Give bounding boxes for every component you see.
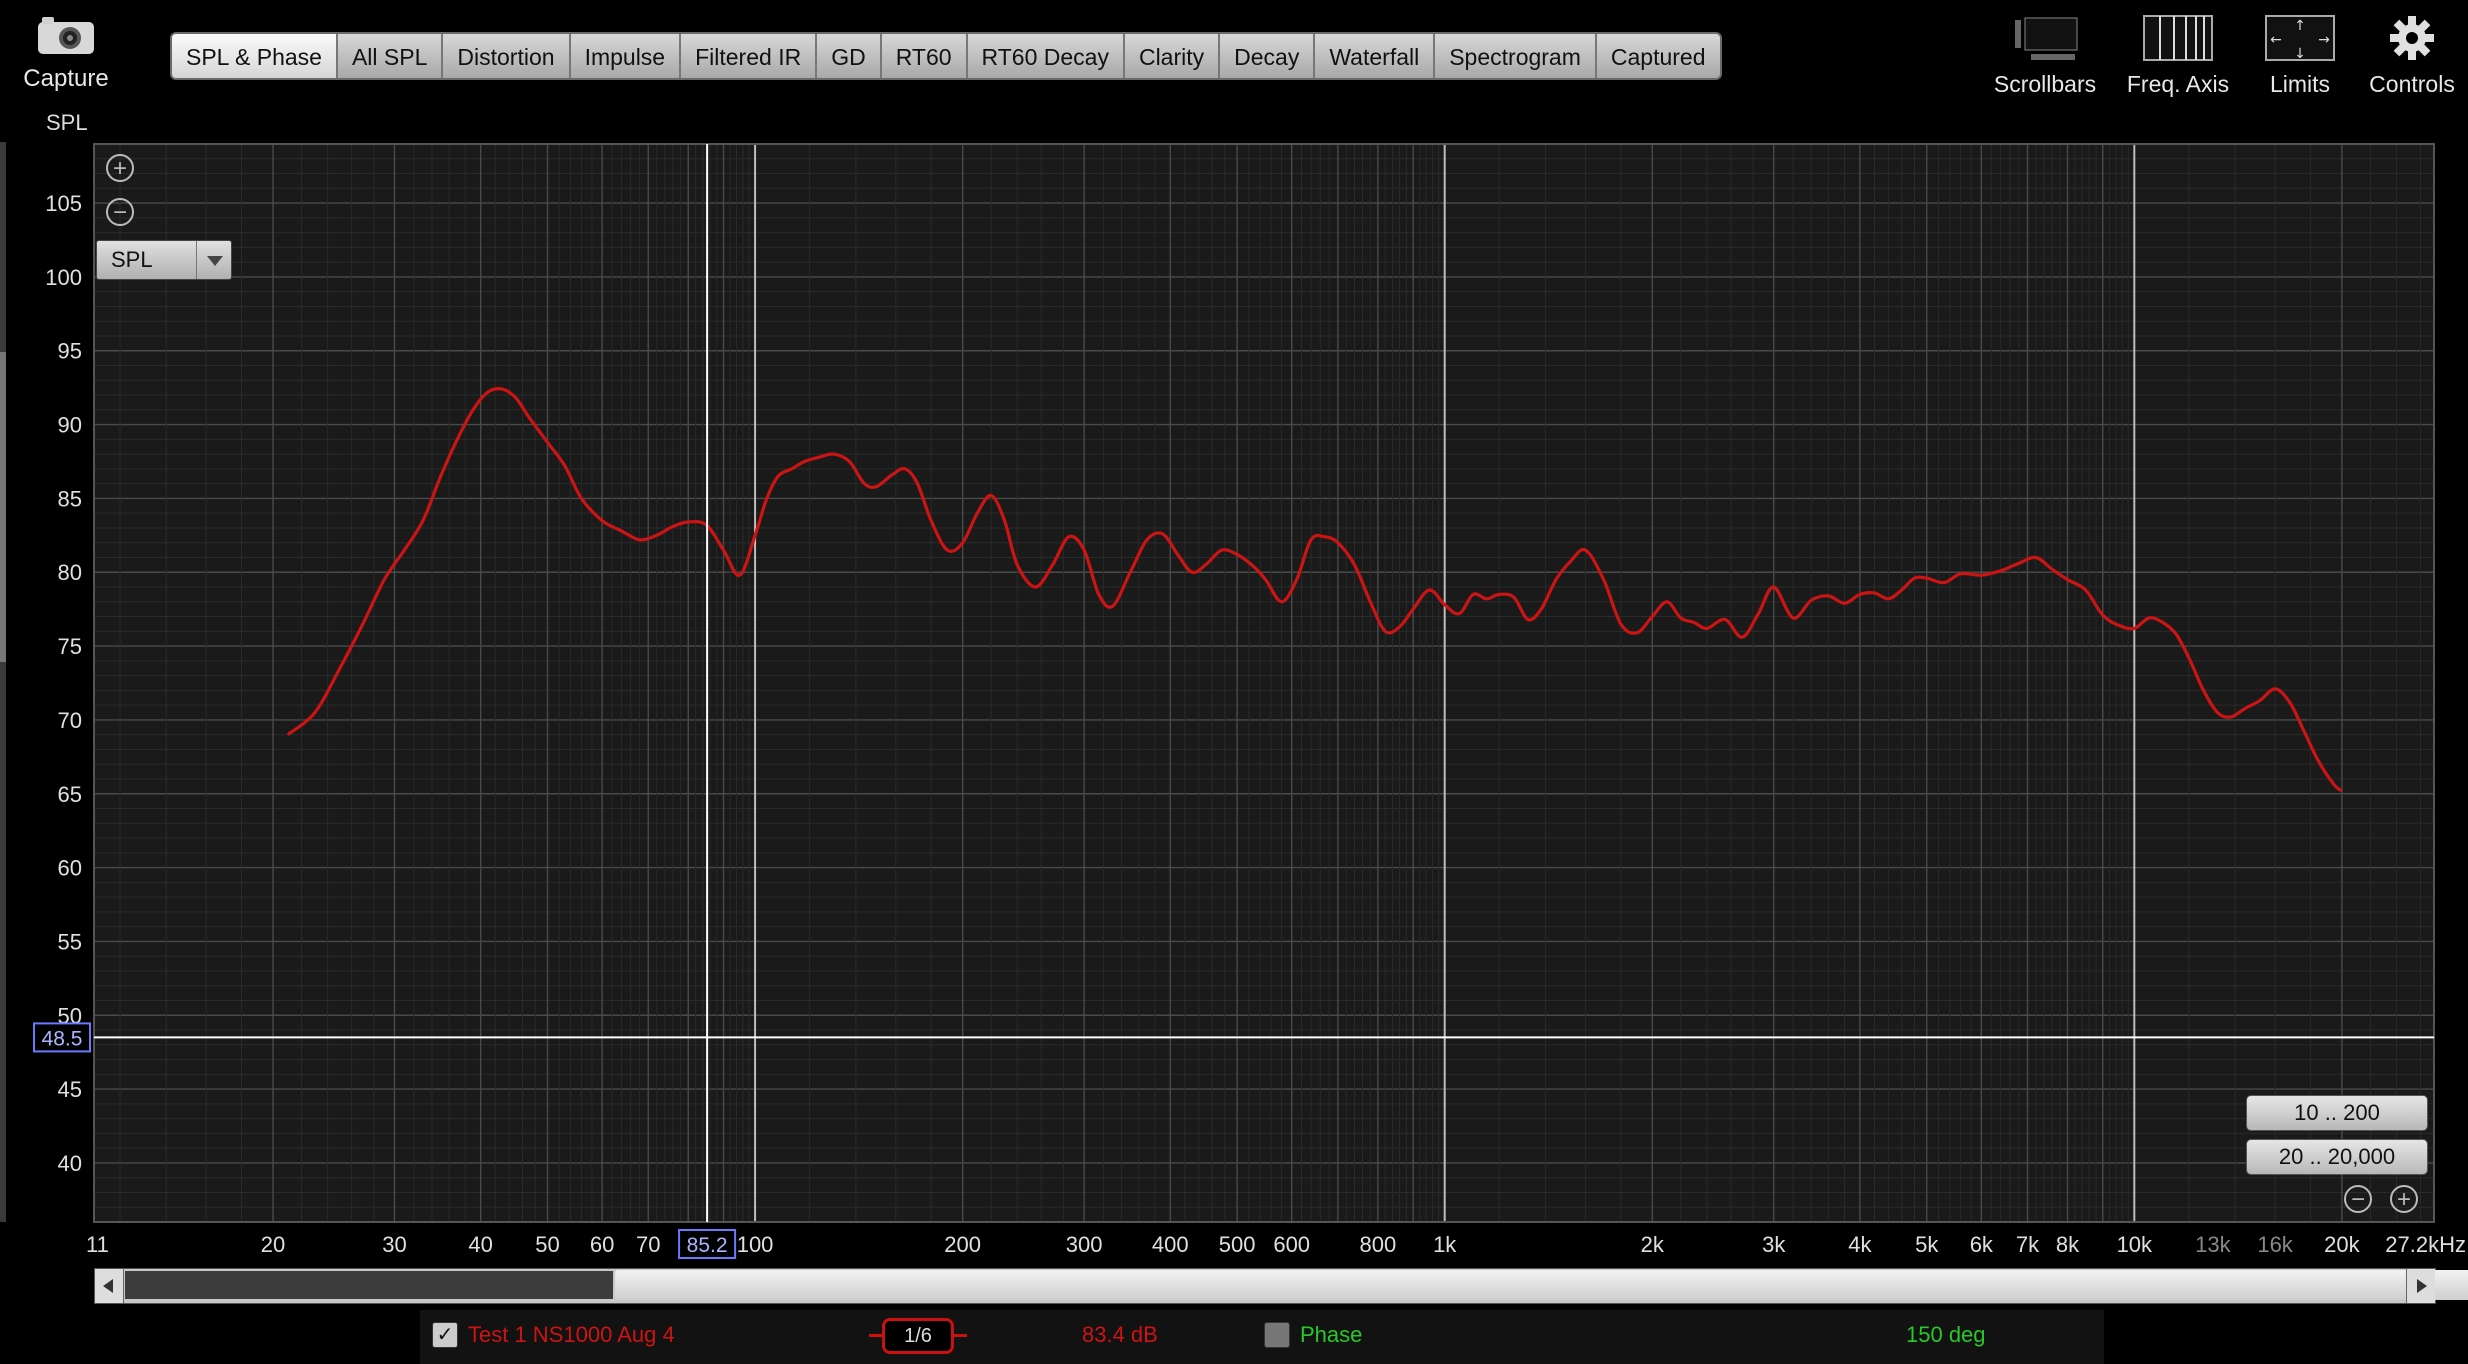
range-20-20000-button[interactable]: 20 .. 20,000 [2246, 1139, 2428, 1175]
x-tick-label: 4k [1848, 1232, 1872, 1257]
x-tick-label: 1k [1433, 1232, 1457, 1257]
plot-background [94, 144, 2434, 1222]
x-tick-label: 600 [1273, 1232, 1310, 1257]
x-tick-label: 20k [2324, 1232, 2360, 1257]
y-tick-label: 100 [45, 265, 82, 290]
y-tick-label: 45 [58, 1077, 82, 1102]
x-tick-label: 200 [944, 1232, 981, 1257]
smoothing-button[interactable]: 1/6 [869, 1318, 967, 1354]
trace-checkbox[interactable]: ✓ [432, 1322, 458, 1348]
y-tick-label: 60 [58, 856, 82, 881]
trace-value: 83.4 dB [1082, 1322, 1158, 1347]
trace-name: Test 1 NS1000 Aug 4 [468, 1322, 675, 1347]
scroll-track[interactable] [125, 1271, 613, 1299]
spl-chart[interactable]: 40 45 50 55 60 65 70 75 80 85 90 95 100 105 11 20 30 40 50… [0, 0, 2468, 1300]
y-tick-label: 90 [58, 413, 82, 438]
x-zoom-in-icon[interactable]: + [2390, 1185, 2418, 1213]
x-tick-label: 2k [1641, 1232, 1665, 1257]
y-tick-label: 65 [58, 782, 82, 807]
phase-checkbox[interactable] [1264, 1322, 1290, 1348]
phase-value: 150 deg [1906, 1322, 1986, 1347]
range-10-200-button[interactable]: 10 .. 200 [2246, 1095, 2428, 1131]
cursor-spl-readout: 48.5 [42, 1027, 83, 1050]
y-tick-label: 80 [58, 560, 82, 585]
cursor-freq-readout: 85.2 [687, 1234, 728, 1257]
y-tick-label: 105 [45, 191, 82, 216]
x-tick-label: 27.2kHz [2385, 1232, 2466, 1257]
scroll-left-icon[interactable] [95, 1269, 124, 1303]
zoom-in-icon[interactable]: + [106, 154, 134, 182]
horizontal-scroll-thumb[interactable] [615, 1270, 2468, 1300]
y-tick-label: 40 [58, 1151, 82, 1176]
x-tick-label: 40 [468, 1232, 492, 1257]
x-tick-label: 20 [261, 1232, 285, 1257]
x-zoom-out-icon[interactable]: − [2344, 1185, 2372, 1213]
y-tick-label: 70 [58, 708, 82, 733]
x-tick-label: 70 [636, 1232, 660, 1257]
x-tick-label: 16k [2257, 1232, 2293, 1257]
x-tick-label: 7k [2016, 1232, 2040, 1257]
y-tick-label: 95 [58, 339, 82, 364]
x-tick-label: 3k [1762, 1232, 1786, 1257]
x-tick-label: 60 [590, 1232, 614, 1257]
x-tick-label: 6k [1970, 1232, 1994, 1257]
x-tick-label: 300 [1066, 1232, 1103, 1257]
legend-bar: ✓ Test 1 NS1000 Aug 4 1/6 83.4 dB Phase … [420, 1310, 2104, 1364]
horizontal-scrollbar[interactable] [94, 1268, 2468, 1304]
x-tick-label: 100 [737, 1232, 774, 1257]
chevron-down-icon [196, 241, 231, 279]
y-tick-label: 75 [58, 634, 82, 659]
x-tick-label: 500 [1219, 1232, 1256, 1257]
x-tick-label: 30 [382, 1232, 406, 1257]
x-tick-label: 800 [1360, 1232, 1397, 1257]
y-tick-label: 85 [58, 486, 82, 511]
x-tick-label: 50 [535, 1232, 559, 1257]
x-tick-label: 8k [2056, 1232, 2080, 1257]
x-tick-label: 10k [2117, 1232, 2153, 1257]
x-tick-label: 13k [2195, 1232, 2231, 1257]
x-tick-label: 11 [86, 1232, 109, 1257]
scroll-right-icon[interactable] [2406, 1269, 2435, 1303]
x-tick-label: 5k [1915, 1232, 1939, 1257]
spl-selector[interactable]: SPL [96, 240, 232, 280]
y-tick-label: 55 [58, 929, 82, 954]
x-tick-label: 400 [1152, 1232, 1189, 1257]
zoom-out-icon[interactable]: − [106, 198, 134, 226]
spl-selector-value: SPL [111, 247, 153, 272]
smoothing-value: 1/6 [904, 1325, 932, 1347]
phase-label: Phase [1300, 1322, 1363, 1347]
